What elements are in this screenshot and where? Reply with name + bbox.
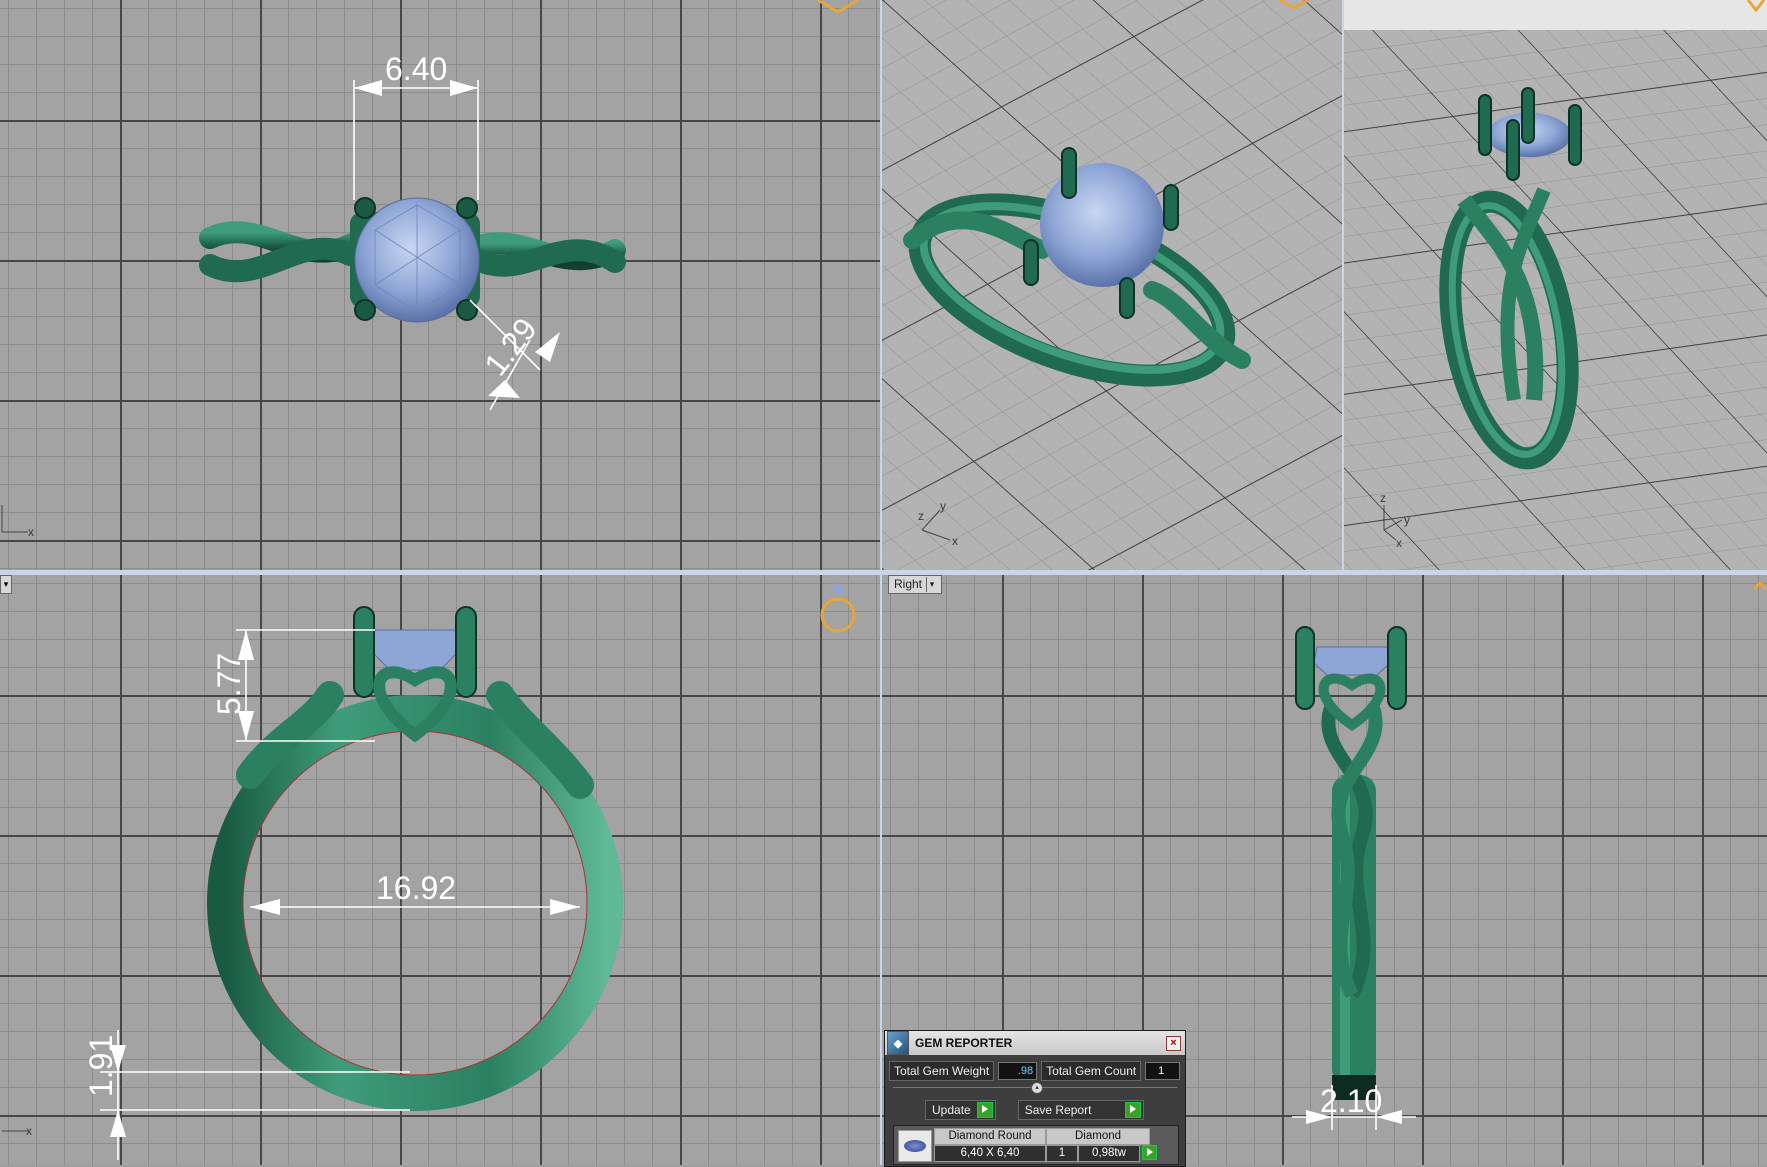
total-gem-weight-label: Total Gem Weight	[889, 1061, 995, 1081]
panel-separator: ▴	[893, 1082, 1177, 1094]
viewport-label-right[interactable]: Right ▾	[888, 575, 943, 594]
viewport-perspective-2[interactable]: y z x	[1344, 0, 1767, 570]
gem-table-weight: 0,98tw	[1078, 1145, 1140, 1162]
gemstone-right[interactable]	[1313, 646, 1391, 676]
viewport-perspective-1[interactable]: x y z	[882, 0, 1342, 570]
dimension-prong: 1.29	[469, 299, 560, 411]
viewport-menu-dropdown-front[interactable]: ▾	[0, 575, 12, 594]
svg-text:z: z	[1380, 491, 1386, 505]
gem-reporter-title: GEM REPORTER	[915, 1036, 1013, 1050]
ring-view-icon[interactable]	[820, 583, 856, 633]
svg-text:2.10: 2.10	[1320, 1083, 1382, 1119]
dimension-inner-diameter: 16.92	[250, 870, 580, 915]
view-cube-icon-4[interactable]	[1752, 580, 1767, 591]
gem-row-play-icon[interactable]	[1142, 1145, 1157, 1160]
gem-table-header-material: Diamond	[1046, 1128, 1150, 1145]
collapse-handle-icon[interactable]: ▴	[1031, 1082, 1043, 1094]
viewport-divider-vertical-top[interactable]	[1342, 0, 1344, 570]
axis-indicator-top: x	[1, 505, 34, 539]
gem-table-header-shape: Diamond Round	[934, 1128, 1046, 1145]
viewport-divider-vertical[interactable]	[880, 0, 882, 1165]
save-report-button[interactable]: Save Report	[1017, 1100, 1144, 1120]
view-cube-icon[interactable]	[817, 0, 859, 14]
svg-text:6.40: 6.40	[385, 51, 447, 87]
gem-reporter-icon: ◆	[887, 1031, 909, 1055]
update-button[interactable]: Update	[925, 1100, 996, 1120]
gem-reporter-titlebar[interactable]: ◆ GEM REPORTER ×	[885, 1031, 1185, 1055]
gem-reporter-panel: ◆ GEM REPORTER × Total Gem Weight .98 To…	[884, 1030, 1186, 1167]
dimension-width: 6.40	[353, 51, 479, 200]
svg-text:5.77: 5.77	[211, 653, 247, 715]
svg-text:y: y	[940, 499, 946, 513]
gem-thumbnail-icon[interactable]	[898, 1130, 932, 1162]
update-button-label: Update	[932, 1103, 971, 1117]
svg-text:1.91: 1.91	[83, 1035, 119, 1097]
svg-text:16.92: 16.92	[376, 870, 456, 906]
svg-text:z: z	[918, 509, 924, 523]
dimension-band-width: 2.10	[1292, 1083, 1416, 1130]
gem-table-size: 6,40 X 6,40	[934, 1145, 1046, 1162]
ring-right-view[interactable]	[1321, 702, 1383, 1100]
total-gem-count-label: Total Gem Count	[1041, 1061, 1142, 1081]
total-gem-count-value: 1	[1145, 1062, 1181, 1080]
viewport-divider-horizontal[interactable]	[0, 570, 1767, 575]
viewport-top[interactable]: 6.40 1.29 x	[0, 0, 880, 570]
svg-text:x: x	[1396, 536, 1402, 550]
svg-text:x: x	[26, 1124, 32, 1138]
svg-text:x: x	[952, 534, 958, 548]
axis-indicator-front: x	[2, 1124, 32, 1138]
svg-text:y: y	[1404, 513, 1410, 527]
play-arrow-icon	[1124, 1102, 1141, 1118]
gemstone-perspective-1[interactable]	[1040, 163, 1164, 287]
save-report-button-label: Save Report	[1024, 1103, 1092, 1117]
play-arrow-icon	[976, 1102, 993, 1118]
svg-text:1.29: 1.29	[477, 311, 544, 382]
gem-table-count: 1	[1046, 1145, 1078, 1162]
gemstone-front[interactable]	[369, 629, 461, 671]
total-gem-weight-value: .98	[998, 1062, 1038, 1080]
gem-table: Diamond Round Diamond 6,40 X 6,40 1 0,98…	[893, 1125, 1179, 1165]
viewport-label-text: Right	[894, 577, 923, 591]
viewport-front[interactable]: 5.77 16.92 1.91 x	[0, 575, 880, 1165]
svg-text:x: x	[28, 525, 34, 539]
close-icon[interactable]: ×	[1166, 1036, 1181, 1051]
chevron-down-icon: ▾	[926, 577, 937, 592]
